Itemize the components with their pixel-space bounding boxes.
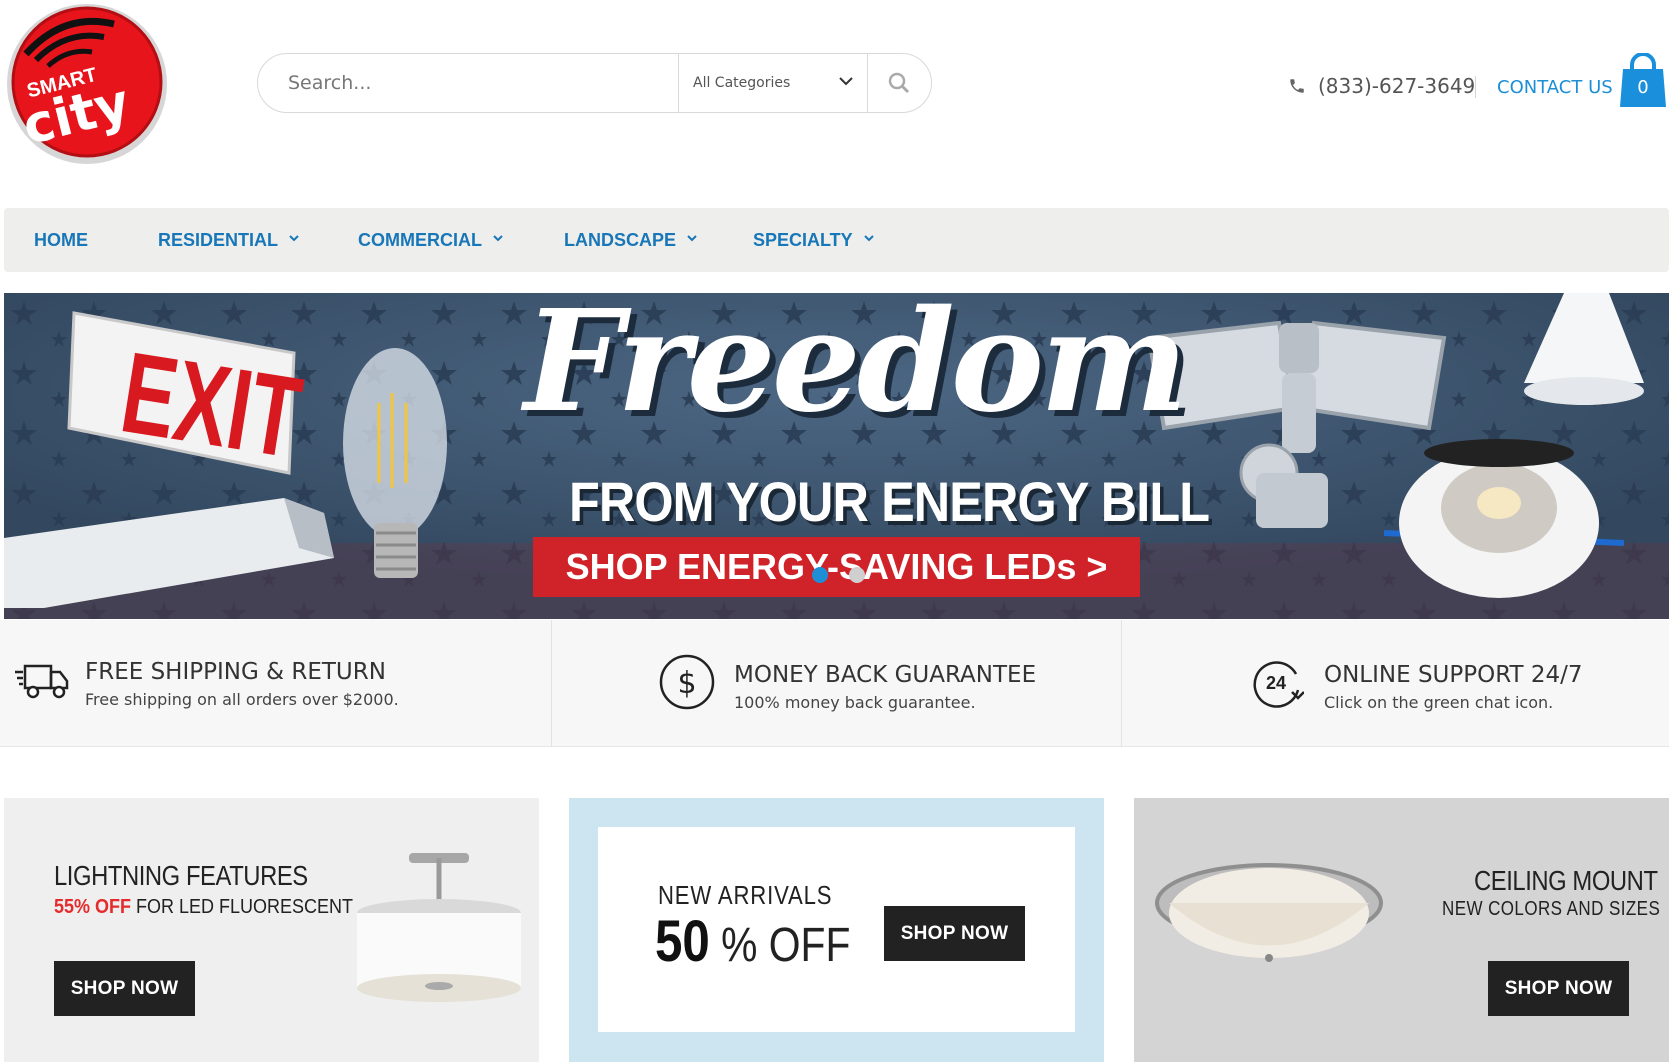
search-icon [888, 72, 910, 94]
shop-now-button[interactable]: SHOP NOW [54, 961, 195, 1016]
hero-title: Freedom [524, 293, 1188, 444]
category-select[interactable]: All Categories [678, 54, 868, 112]
contact-us-link[interactable]: CONTACT US [1497, 77, 1613, 98]
nav-item-home[interactable]: HOME [34, 230, 88, 251]
ceiling-light-image [1155, 863, 1383, 962]
nav-item-label: COMMERCIAL [358, 230, 482, 250]
nav-item-landscape[interactable]: LANDSCAPE [564, 230, 698, 251]
feature-title: ONLINE SUPPORT 24/7 [1324, 662, 1583, 688]
search-bar: All Categories [257, 53, 932, 113]
chevron-down-icon [839, 77, 853, 86]
promo-title: CEILING MOUNT [1474, 865, 1658, 896]
feature-title: FREE SHIPPING & RETURN [85, 659, 386, 685]
category-select-value: All Categories [693, 75, 791, 91]
phone-contact[interactable]: (833)-627-3649 [1288, 74, 1475, 98]
feature-support: 24 ONLINE SUPPORT 24/7 Click on the gree… [1121, 620, 1669, 747]
promo-card-lightning[interactable]: LIGHTNING FEATURES 55% OFF FOR LED FLUOR… [4, 798, 539, 1062]
dollar-icon: $ [659, 654, 715, 710]
chevron-down-icon [289, 234, 299, 241]
chevron-down-icon [863, 234, 874, 241]
nav-item-specialty[interactable]: SPECIALTY [753, 230, 875, 251]
promo-highlight: 55% OFF [54, 896, 132, 918]
pendant-light-image [357, 853, 521, 1002]
search-input[interactable] [258, 55, 678, 111]
site-logo[interactable]: SMART city [4, 2, 170, 166]
svg-text:24: 24 [1266, 673, 1286, 693]
cart-button[interactable]: 0 [1618, 52, 1668, 109]
header-divider [1475, 76, 1476, 98]
nav-item-label: LANDSCAPE [564, 230, 677, 250]
promo-card-ceiling-mount[interactable]: CEILING MOUNT NEW COLORS AND SIZES SHOP … [1134, 798, 1669, 1062]
promo-subtitle: NEW COLORS AND SIZES [1442, 898, 1661, 920]
feature-desc: Click on the green chat icon. [1324, 693, 1554, 712]
slider-dot-active[interactable] [812, 567, 828, 583]
features-bar: FREE SHIPPING & RETURN Free shipping on … [0, 620, 1669, 747]
nav-item-commercial[interactable]: COMMERCIAL [358, 230, 504, 251]
feature-title: MONEY BACK GUARANTEE [734, 662, 1037, 688]
nav-item-residential[interactable]: RESIDENTIAL [158, 230, 300, 251]
feature-money-back: $ MONEY BACK GUARANTEE 100% money back g… [551, 620, 1121, 747]
promo-card-new-arrivals[interactable]: NEW ARRIVALS 50 % OFF SHOP NOW [569, 798, 1104, 1062]
promo-suffix: % OFF [709, 919, 851, 972]
chevron-down-icon [493, 234, 503, 241]
cart-count: 0 [1637, 77, 1649, 98]
feature-desc: 100% money back guarantee. [734, 693, 976, 712]
hero-cta-button[interactable]: SHOP ENERGY-SAVING LEDs > [533, 537, 1140, 597]
promo-big-number: 50 [655, 909, 710, 974]
nav-item-label: HOME [34, 230, 88, 250]
search-button[interactable] [867, 54, 931, 112]
promo-discount: 50 % OFF [655, 908, 850, 975]
shop-now-button[interactable]: SHOP NOW [884, 906, 1025, 961]
truck-icon [15, 664, 69, 699]
nav-item-label: SPECIALTY [753, 230, 853, 250]
promo-subtitle: 55% OFF FOR LED FLUORESCENT [54, 896, 353, 919]
phone-icon [1290, 79, 1304, 93]
nav-item-label: RESIDENTIAL [158, 230, 279, 250]
feature-desc: Free shipping on all orders over $2000. [85, 690, 399, 709]
support-24-icon: 24 [1253, 661, 1304, 708]
promo-title: LIGHTNING FEATURES [54, 860, 308, 891]
chevron-down-icon [687, 234, 697, 241]
hero-subtitle: FROM YOUR ENERGY BILL [569, 470, 1210, 533]
hero-banner[interactable]: EXIT Freedom FROM YOUR ENERGY BILL SHOP … [4, 293, 1669, 619]
shop-now-button[interactable]: SHOP NOW [1488, 961, 1629, 1016]
phone-number: (833)-627-3649 [1318, 74, 1476, 98]
svg-text:$: $ [677, 666, 696, 701]
feature-shipping: FREE SHIPPING & RETURN Free shipping on … [0, 620, 551, 747]
exit-sign-text: EXIT [114, 327, 310, 482]
main-nav: HOME RESIDENTIAL COMMERCIAL LANDSCAPE SP… [4, 208, 1669, 272]
promo-rest: FOR LED FLUORESCENT [131, 896, 354, 918]
slider-dot[interactable] [849, 567, 865, 583]
promo-title: NEW ARRIVALS [658, 880, 833, 910]
